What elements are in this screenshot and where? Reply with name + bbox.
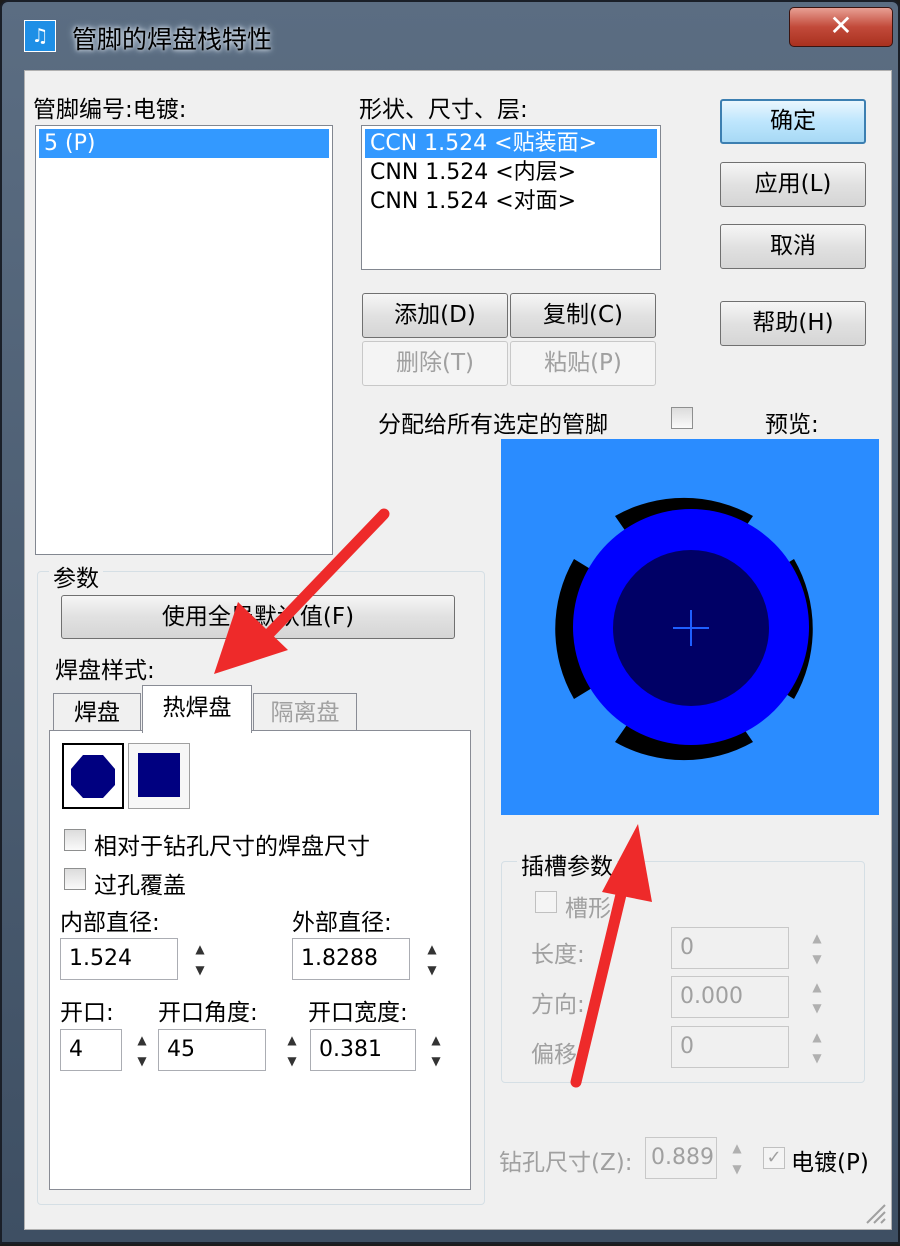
drill-size-label: 钻孔尺寸(Z): [499,1150,633,1176]
params-group-label: 参数 [49,559,103,593]
spin-down-icon[interactable]: ▼ [807,948,827,969]
opening-width-label: 开口宽度: [308,1000,408,1026]
slot-orientation-label: 方向: [531,992,585,1018]
spin-down-icon[interactable]: ▼ [807,997,827,1018]
spin-up-icon[interactable]: ▲ [807,976,827,997]
spin-up-icon[interactable]: ▲ [727,1137,747,1158]
opening-angle-input[interactable]: 45 [158,1029,266,1071]
openings-spinner[interactable]: ▲ ▼ [132,1029,152,1071]
dialog-window: ♫ 管脚的焊盘栈特性 ✕ 管脚编号:电镀: 5 (P) 形状、尺寸、层: CCN… [0,0,900,1244]
slotted-label: 槽形 [565,896,611,922]
drill-size-spinner[interactable]: ▲ ▼ [727,1137,747,1179]
square-shape-button[interactable] [128,743,190,809]
slot-orientation-spinner[interactable]: ▲ ▼ [807,976,827,1018]
thermal-pad-preview-graphic [555,497,813,761]
spin-down-icon[interactable]: ▼ [727,1158,747,1179]
layer-list-item[interactable]: CNN 1.524 <内层> [365,158,657,187]
spin-down-icon[interactable]: ▼ [132,1050,152,1071]
layer-list-item[interactable]: CNN 1.524 <对面> [365,187,657,216]
layers-label: 形状、尺寸、层: [359,97,528,123]
help-button[interactable]: 帮助(H) [720,301,866,346]
round-pad-icon [71,755,115,798]
relative-to-drill-checkbox[interactable] [64,829,86,851]
window-title: 管脚的焊盘栈特性 [72,25,273,54]
slot-offset-spinner[interactable]: ▲ ▼ [807,1026,827,1068]
slot-length-input[interactable]: 0 [671,927,789,969]
pad-style-label: 焊盘样式: [55,658,155,684]
close-button[interactable]: ✕ [789,7,893,47]
ok-button[interactable]: 确定 [720,99,866,144]
layers-listbox[interactable]: CCN 1.524 <贴装面> CNN 1.524 <内层> CNN 1.524… [361,125,661,270]
relative-to-drill-label: 相对于钻孔尺寸的焊盘尺寸 [94,834,370,860]
tab-thermal[interactable]: 热焊盘 [142,685,252,733]
pin-list-label: 管脚编号:电镀: [33,97,187,123]
square-pad-icon [138,753,180,797]
openings-label: 开口: [60,1000,114,1026]
spin-down-icon[interactable]: ▼ [422,959,442,980]
opening-width-input[interactable]: 0.381 [310,1029,416,1071]
thermal-tab-pane: 相对于钻孔尺寸的焊盘尺寸 过孔覆盖 内部直径: 外部直径: 1.524 ▲ ▼ 1… [49,730,471,1190]
spin-up-icon[interactable]: ▲ [282,1029,302,1050]
tab-pad[interactable]: 焊盘 [53,693,141,731]
via-tenting-checkbox[interactable] [64,868,86,890]
plated-label: 电镀(P) [791,1150,869,1176]
via-tenting-label: 过孔覆盖 [94,873,186,899]
plated-checkbox[interactable]: ✓ [763,1147,785,1169]
assign-all-label: 分配给所有选定的管脚 [378,412,608,438]
pin-listbox[interactable]: 5 (P) [35,125,333,555]
opening-width-spinner[interactable]: ▲ ▼ [426,1029,446,1071]
openings-input[interactable]: 4 [60,1029,122,1071]
slot-offset-label: 偏移: [531,1042,585,1068]
preview-label: 预览: [765,412,819,438]
slot-params-label: 插槽参数 [517,847,617,881]
inner-diameter-input[interactable]: 1.524 [60,938,178,980]
add-layer-button[interactable]: 添加(D) [362,293,508,338]
delete-layer-button[interactable]: 删除(T) [362,341,508,386]
inner-diameter-spinner[interactable]: ▲ ▼ [190,938,210,980]
resize-grip-icon[interactable] [861,1199,887,1225]
slotted-checkbox[interactable] [535,891,557,913]
dialog-client-area: 管脚编号:电镀: 5 (P) 形状、尺寸、层: CCN 1.524 <贴装面> … [24,70,892,1230]
tab-antipad[interactable]: 隔离盘 [253,693,357,731]
spin-down-icon[interactable]: ▼ [190,959,210,980]
spin-up-icon[interactable]: ▲ [132,1029,152,1050]
inner-diameter-label: 内部直径: [60,910,160,936]
copy-layer-button[interactable]: 复制(C) [510,293,656,338]
layer-list-item[interactable]: CCN 1.524 <贴装面> [365,129,657,158]
spin-up-icon[interactable]: ▲ [807,927,827,948]
opening-angle-spinner[interactable]: ▲ ▼ [282,1029,302,1071]
spin-down-icon[interactable]: ▼ [282,1050,302,1071]
slot-offset-input[interactable]: 0 [671,1026,789,1068]
spin-down-icon[interactable]: ▼ [426,1050,446,1071]
paste-layer-button[interactable]: 粘贴(P) [510,341,656,386]
outer-diameter-spinner[interactable]: ▲ ▼ [422,938,442,980]
app-icon: ♫ [24,20,56,52]
use-global-defaults-button[interactable]: 使用全局默认值(F) [61,595,455,639]
slot-orientation-input[interactable]: 0.000 [671,976,789,1018]
opening-angle-label: 开口角度: [158,1000,258,1026]
spin-up-icon[interactable]: ▲ [190,938,210,959]
pin-list-item[interactable]: 5 (P) [39,129,329,158]
outer-diameter-label: 外部直径: [292,910,392,936]
assign-all-checkbox[interactable] [671,407,693,429]
pad-preview [501,439,879,815]
drill-size-input[interactable]: 0.889 [645,1137,717,1179]
spin-up-icon[interactable]: ▲ [422,938,442,959]
slot-length-spinner[interactable]: ▲ ▼ [807,927,827,969]
slot-length-label: 长度: [531,942,585,968]
apply-button[interactable]: 应用(L) [720,162,866,207]
spin-up-icon[interactable]: ▲ [807,1026,827,1047]
round-shape-button[interactable] [62,743,124,809]
cancel-button[interactable]: 取消 [720,224,866,269]
outer-diameter-input[interactable]: 1.8288 [292,938,410,980]
spin-down-icon[interactable]: ▼ [807,1047,827,1068]
spin-up-icon[interactable]: ▲ [426,1029,446,1050]
